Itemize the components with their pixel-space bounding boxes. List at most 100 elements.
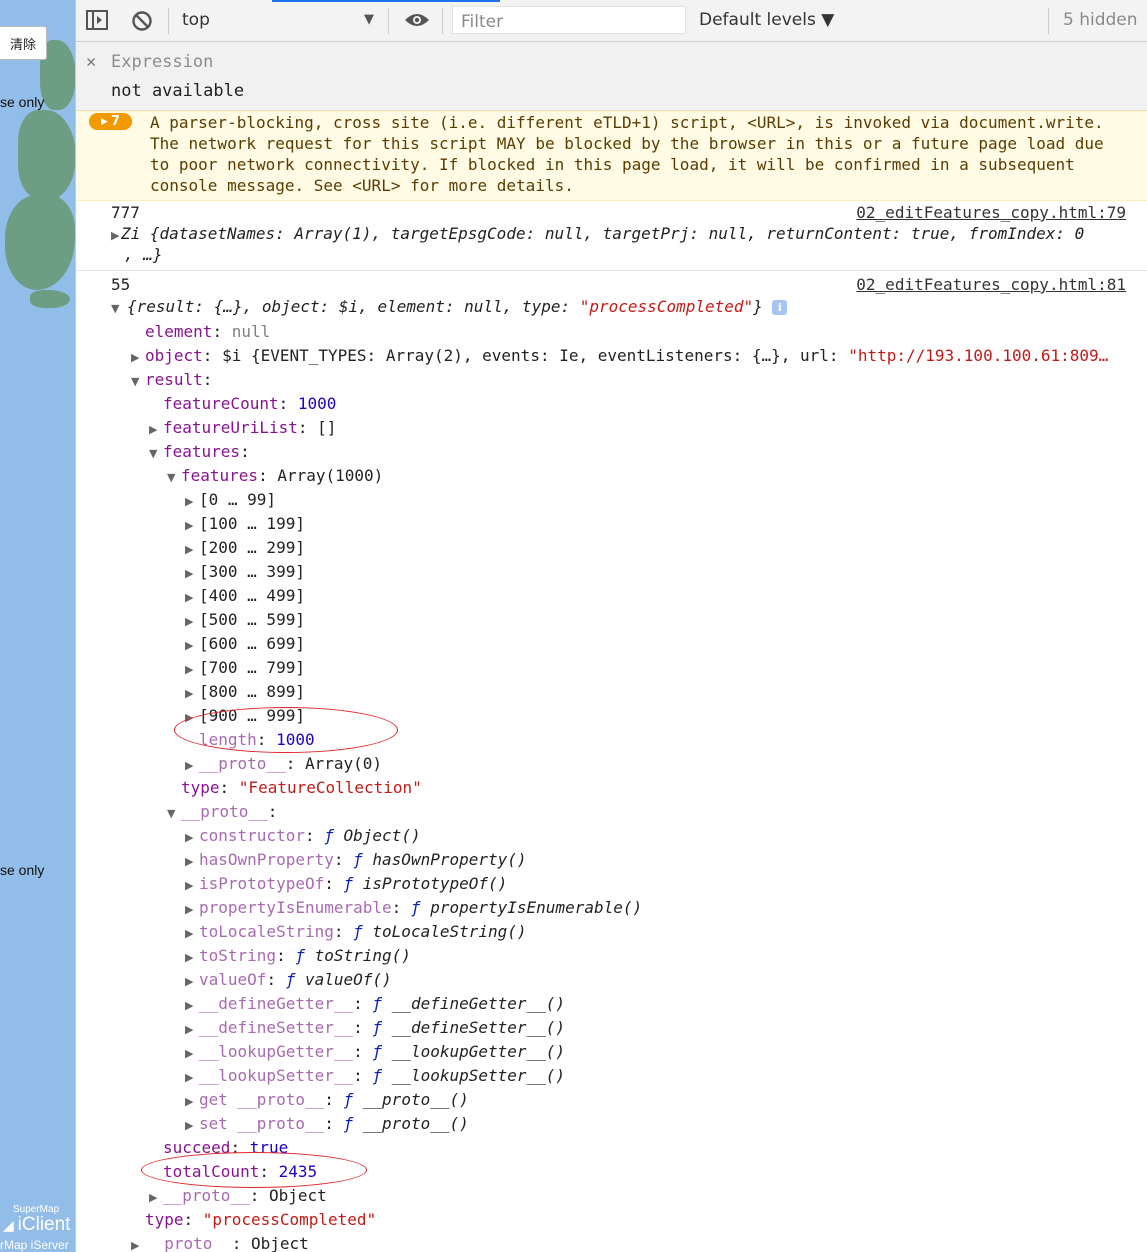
expand-arrow-icon[interactable]: ▶ xyxy=(185,971,199,993)
expand-arrow-icon[interactable]: ▶ xyxy=(185,683,199,705)
log-object-preview-cont: , …} xyxy=(124,245,163,264)
source-link[interactable]: 02_editFeatures_copy.html:79 xyxy=(856,203,1126,222)
proto-member-row[interactable]: ▶ __defineGetter__: ƒ __defineGetter__() xyxy=(185,993,565,1017)
proto-member-row[interactable]: ▶ valueOf: ƒ valueOf() xyxy=(185,969,392,993)
clear-button[interactable]: 清除 xyxy=(0,26,47,60)
proto-member-row[interactable]: ▶ toLocaleString: ƒ toLocaleString() xyxy=(185,921,527,945)
info-icon[interactable]: i xyxy=(772,300,788,315)
expand-arrow-icon[interactable]: ▶ xyxy=(111,225,121,247)
expand-arrow-icon[interactable]: ▶ xyxy=(185,851,199,873)
log-object-summary[interactable]: ▼ {result: {…}, object: $i, element: null… xyxy=(111,296,788,320)
prop-key: type xyxy=(145,1210,184,1229)
function-icon: ƒ xyxy=(295,946,305,965)
expand-arrow-icon[interactable]: ▶ xyxy=(185,875,199,897)
expand-arrow-icon[interactable]: ▶ xyxy=(185,587,199,609)
prop-features[interactable]: ▼ features: xyxy=(149,441,250,465)
prop-value: Array(1000) xyxy=(277,466,384,485)
expand-arrow-icon[interactable]: ▶ xyxy=(185,1043,199,1065)
collapse-arrow-icon[interactable]: ▼ xyxy=(149,443,163,465)
sidebar-toggle-icon[interactable] xyxy=(86,10,108,34)
proto-member-row[interactable]: ▶ __defineSetter__: ƒ __defineSetter__() xyxy=(185,1017,565,1041)
expand-arrow-icon[interactable]: ▶ xyxy=(185,1067,199,1089)
warning-count-badge[interactable]: ▶ 7 xyxy=(89,113,132,130)
proto-member-row[interactable]: ▶ __lookupGetter__: ƒ __lookupGetter__() xyxy=(185,1041,565,1065)
array-range-row[interactable]: ▶ [700 … 799] xyxy=(185,657,305,681)
collapse-arrow-icon[interactable]: ▼ xyxy=(167,803,181,825)
expand-arrow-icon[interactable]: ▶ xyxy=(131,347,145,369)
prop-value: "FeatureCollection" xyxy=(238,778,422,797)
expand-arrow-icon[interactable]: ▶ xyxy=(149,1187,163,1209)
expand-arrow-icon[interactable]: ▶ xyxy=(185,1091,199,1113)
expand-arrow-icon[interactable]: ▶ xyxy=(185,515,199,537)
expand-arrow-icon[interactable]: ▶ xyxy=(185,611,199,633)
array-range-row[interactable]: ▶ [300 … 399] xyxy=(185,561,305,585)
proto-member-row[interactable]: ▶ isPrototypeOf: ƒ isPrototypeOf() xyxy=(185,873,507,897)
prop-result[interactable]: ▼ result: xyxy=(131,369,212,393)
warning-message: ▶ 7 A parser-blocking, cross site (i.e. d… xyxy=(76,111,1147,201)
range-label: [600 … 699] xyxy=(199,634,305,653)
prop-featureUriList[interactable]: ▶ featureUriList: [] xyxy=(149,417,336,441)
expand-arrow-icon[interactable]: ▶ xyxy=(185,635,199,657)
array-range-row[interactable]: ▶ [100 … 199] xyxy=(185,513,305,537)
expand-arrow-icon[interactable]: ▶ xyxy=(185,947,199,969)
proto-member-row[interactable]: ▶ propertyIsEnumerable: ƒ propertyIsEnume… xyxy=(185,897,642,921)
array-range-row[interactable]: ▶ [0 … 99] xyxy=(185,489,276,513)
map-land xyxy=(30,290,70,308)
collapse-arrow-icon[interactable]: ▼ xyxy=(167,467,181,489)
member-value: __proto__() xyxy=(362,1114,469,1133)
expand-arrow-icon[interactable]: ▶ xyxy=(185,659,199,681)
expression-label[interactable]: Expression xyxy=(111,52,213,72)
prop-object[interactable]: ▶ object: $i {EVENT_TYPES: Array(2), even… xyxy=(131,345,1108,369)
array-range-row[interactable]: ▶ [200 … 299] xyxy=(185,537,305,561)
collapse-arrow-icon[interactable]: ▼ xyxy=(111,298,127,320)
function-icon: ƒ xyxy=(372,1018,383,1037)
member-value: Object() xyxy=(343,826,421,845)
prop-object-proto[interactable]: ▼ __proto__: xyxy=(167,801,277,825)
warning-text: A parser-blocking, cross site (i.e. diff… xyxy=(150,112,1140,196)
expand-arrow-icon[interactable]: ▶ xyxy=(185,923,199,945)
expand-arrow-icon[interactable]: ▶ xyxy=(185,827,199,849)
expand-arrow-icon[interactable]: ▶ xyxy=(185,995,199,1017)
array-range-row[interactable]: ▶ [800 … 899] xyxy=(185,681,305,705)
log-levels-dropdown[interactable]: Default levels ▼ xyxy=(699,10,834,30)
expand-arrow-icon[interactable]: ▶ xyxy=(185,755,199,777)
clear-console-icon[interactable] xyxy=(131,10,153,36)
chevron-down-icon[interactable]: ▼ xyxy=(364,12,374,27)
proto-member-row[interactable]: ▶ hasOwnProperty: ƒ hasOwnProperty() xyxy=(185,849,527,873)
expand-arrow-icon[interactable]: ▶ xyxy=(131,1235,145,1252)
expand-arrow-icon[interactable]: ▶ xyxy=(185,539,199,561)
member-key: toLocaleString xyxy=(199,922,334,941)
expand-arrow-icon[interactable]: ▶ xyxy=(185,563,199,585)
proto-member-row[interactable]: ▶ get __proto__: ƒ __proto__() xyxy=(185,1089,469,1113)
log-object-preview[interactable]: ▶Zi {datasetNames: Array(1), targetEpsgC… xyxy=(111,223,1084,247)
proto-member-row[interactable]: ▶ toString: ƒ toString() xyxy=(185,945,411,969)
proto-member-row[interactable]: ▶ constructor: ƒ Object() xyxy=(185,825,421,849)
proto-member-row[interactable]: ▶ __lookupSetter__: ƒ __lookupSetter__() xyxy=(185,1065,565,1089)
function-icon: ƒ xyxy=(372,1066,383,1085)
prop-featureCount: featureCount: 1000 xyxy=(163,394,337,413)
eye-icon[interactable] xyxy=(404,12,430,32)
expand-arrow-icon[interactable]: ▶ xyxy=(185,491,199,513)
member-value: toLocaleString() xyxy=(372,922,527,941)
prop-features-array[interactable]: ▼ features: Array(1000) xyxy=(167,465,383,489)
array-range-row[interactable]: ▶ [600 … 699] xyxy=(185,633,305,657)
expand-arrow-icon[interactable]: ▶ xyxy=(185,899,199,921)
filter-input[interactable]: Filter xyxy=(452,6,686,34)
prop-array-proto[interactable]: ▶ __proto__: Array(0) xyxy=(185,753,382,777)
map-land xyxy=(5,195,75,290)
proto-member-row[interactable]: ▶ set __proto__: ƒ __proto__() xyxy=(185,1113,469,1137)
prop-key: __proto__ xyxy=(163,1186,250,1205)
context-selector[interactable]: top xyxy=(182,10,210,30)
expand-arrow-icon[interactable]: ▶ xyxy=(149,419,163,441)
close-icon[interactable]: ✕ xyxy=(86,52,96,72)
array-range-row[interactable]: ▶ [500 … 599] xyxy=(185,609,305,633)
prop-result-proto[interactable]: ▶ __proto__: Object xyxy=(149,1185,327,1209)
map-panel[interactable]: 清除 se only se only SuperMap ◢ iClient rM… xyxy=(0,0,76,1252)
hidden-count[interactable]: 5 hidden xyxy=(1063,10,1138,30)
prop-outer-proto[interactable]: ▶ __proto__: Object xyxy=(131,1233,309,1252)
collapse-arrow-icon[interactable]: ▼ xyxy=(131,371,145,393)
array-range-row[interactable]: ▶ [400 … 499] xyxy=(185,585,305,609)
expand-arrow-icon[interactable]: ▶ xyxy=(185,1115,199,1137)
source-link[interactable]: 02_editFeatures_copy.html:81 xyxy=(856,275,1126,294)
expand-arrow-icon[interactable]: ▶ xyxy=(185,1019,199,1041)
